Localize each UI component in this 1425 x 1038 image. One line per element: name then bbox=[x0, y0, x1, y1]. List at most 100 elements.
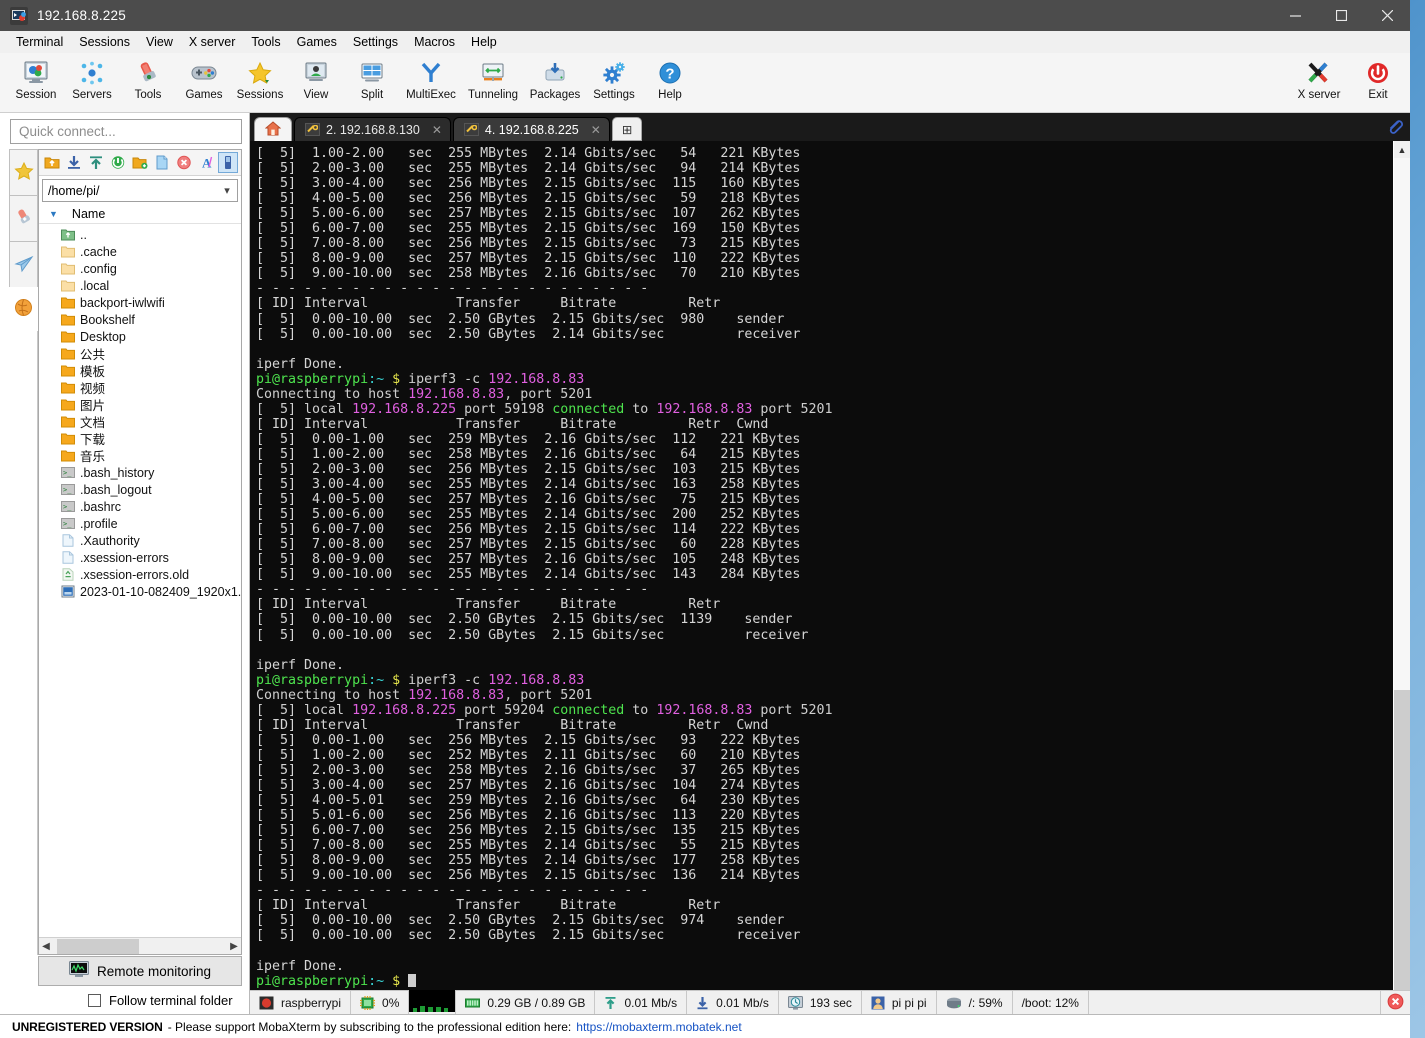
refresh-icon[interactable] bbox=[108, 152, 128, 173]
menu-item-settings[interactable]: Settings bbox=[345, 33, 406, 51]
toolbar-button-tunneling[interactable]: Tunneling bbox=[462, 53, 524, 101]
new-folder-icon[interactable] bbox=[130, 152, 150, 173]
file-row[interactable]: .Xauthority bbox=[39, 532, 241, 549]
toolbar-button-games[interactable]: Games bbox=[176, 53, 232, 101]
status-cpu[interactable]: 0% bbox=[351, 991, 410, 1014]
menu-item-xserver[interactable]: X server bbox=[181, 33, 244, 51]
status-uptime[interactable]: 193 sec bbox=[779, 991, 862, 1014]
file-list[interactable]: .. .cache .config .local backport-iwlwifi Boo… bbox=[39, 224, 241, 937]
file-row[interactable]: >_ .profile bbox=[39, 515, 241, 532]
status-cpu-graph[interactable] bbox=[409, 990, 457, 1014]
toolbar-button-exit[interactable]: Exit bbox=[1350, 53, 1406, 101]
file-row[interactable]: backport-iwlwifi bbox=[39, 294, 241, 311]
toolbar-button-view[interactable]: View bbox=[288, 53, 344, 101]
toolbar-button-packages[interactable]: Packages bbox=[524, 53, 586, 101]
toolbar-button-sessions-list[interactable]: Sessions bbox=[232, 53, 288, 101]
status-upload-rate[interactable]: 0.01 Mb/s bbox=[595, 991, 688, 1014]
status-download-rate[interactable]: 0.01 Mb/s bbox=[687, 991, 779, 1014]
menu-item-terminal[interactable]: Terminal bbox=[8, 33, 71, 51]
file-list-header[interactable]: ▼ Name bbox=[39, 204, 241, 224]
mobaxterm-link[interactable]: https://mobaxterm.mobatek.net bbox=[576, 1020, 741, 1034]
delete-icon[interactable] bbox=[174, 152, 194, 173]
side-tab-sessions[interactable] bbox=[9, 149, 38, 195]
remote-monitoring-button[interactable]: Remote monitoring bbox=[38, 956, 242, 986]
terminal-scrollbar[interactable]: ▲ bbox=[1393, 141, 1410, 990]
toolbar-button-multiexec[interactable]: MultiExec bbox=[400, 53, 462, 101]
tab-session-2[interactable]: 4. 192.168.8.225 ✕ bbox=[452, 117, 610, 141]
file-row[interactable]: .local bbox=[39, 277, 241, 294]
file-row[interactable]: >_ .bashrc bbox=[39, 498, 241, 515]
follow-terminal-folder-row[interactable]: Follow terminal folder bbox=[38, 986, 242, 1014]
tab-close-icon[interactable]: ✕ bbox=[432, 123, 442, 137]
toolbar-label: Tools bbox=[134, 89, 162, 101]
toolbar-button-help[interactable]: ? Help bbox=[642, 53, 698, 101]
file-row[interactable]: .config bbox=[39, 260, 241, 277]
file-row[interactable]: .xsession-errors bbox=[39, 549, 241, 566]
file-row[interactable]: Bookshelf bbox=[39, 311, 241, 328]
tab-close-icon[interactable]: ✕ bbox=[591, 123, 601, 137]
menu-item-sessions[interactable]: Sessions bbox=[71, 33, 138, 51]
status-close-button[interactable] bbox=[1380, 991, 1410, 1014]
tab-home[interactable] bbox=[254, 117, 292, 141]
maximize-button[interactable] bbox=[1318, 0, 1364, 31]
scroll-up-arrow-icon[interactable]: ▲ bbox=[1394, 141, 1410, 158]
toolbar-button-session[interactable]: Session bbox=[8, 53, 64, 101]
side-tab-tools[interactable] bbox=[9, 195, 38, 241]
hscroll-track[interactable] bbox=[53, 938, 227, 954]
usb-icon[interactable] bbox=[217, 152, 238, 173]
file-name: .local bbox=[80, 278, 110, 293]
file-row[interactable]: .cache bbox=[39, 243, 241, 260]
terminal-output[interactable]: [ 5] 1.00-2.00 sec 255 MBytes 2.14 Gbits… bbox=[250, 141, 1393, 990]
quick-connect-input[interactable]: Quick connect... bbox=[10, 119, 242, 144]
file-row[interactable]: >_ .bash_logout bbox=[39, 481, 241, 498]
menu-item-games[interactable]: Games bbox=[289, 33, 345, 51]
status-memory[interactable]: 0.29 GB / 0.89 GB bbox=[456, 991, 596, 1014]
new-file-icon[interactable] bbox=[152, 152, 172, 173]
up-folder-icon[interactable] bbox=[42, 152, 62, 173]
download-icon[interactable] bbox=[64, 152, 84, 173]
terminal-scroll-thumb[interactable] bbox=[1394, 690, 1410, 990]
hscroll-thumb[interactable] bbox=[57, 938, 139, 954]
toolbar-button-tools[interactable]: Tools bbox=[120, 53, 176, 101]
menu-item-macros[interactable]: Macros bbox=[406, 33, 463, 51]
file-row[interactable]: 视频 bbox=[39, 379, 241, 396]
scroll-right-arrow-icon[interactable]: ▶ bbox=[227, 941, 241, 952]
upload-icon[interactable] bbox=[86, 152, 106, 173]
file-row[interactable]: .xsession-errors.old bbox=[39, 566, 241, 583]
file-row[interactable]: .. bbox=[39, 226, 241, 243]
minimize-button[interactable] bbox=[1272, 0, 1318, 31]
file-row[interactable]: Desktop bbox=[39, 328, 241, 345]
status-disk-boot[interactable]: /boot: 12% bbox=[1013, 991, 1089, 1014]
status-users[interactable]: pi pi pi bbox=[862, 991, 937, 1014]
status-disk-root[interactable]: /: 59% bbox=[937, 991, 1013, 1014]
file-row[interactable]: 图片 bbox=[39, 396, 241, 413]
text-mode-icon[interactable]: A bbox=[196, 152, 216, 173]
scroll-left-arrow-icon[interactable]: ◀ bbox=[39, 941, 53, 952]
path-dropdown[interactable]: /home/pi/ ▾ bbox=[42, 179, 238, 202]
exit-power-icon bbox=[1365, 58, 1391, 88]
paperclip-icon[interactable] bbox=[1386, 117, 1404, 138]
toolbar-button-xserver[interactable]: X server bbox=[1288, 53, 1350, 101]
terminal-scroll-track[interactable] bbox=[1394, 158, 1410, 990]
toolbar-button-settings[interactable]: Settings bbox=[586, 53, 642, 101]
close-button[interactable] bbox=[1364, 0, 1410, 31]
toolbar-button-split[interactable]: Split bbox=[344, 53, 400, 101]
file-row[interactable]: >_ .bash_history bbox=[39, 464, 241, 481]
side-tab-sftp[interactable] bbox=[9, 287, 38, 331]
tab-session-1[interactable]: 2. 192.168.8.130 ✕ bbox=[294, 117, 451, 141]
menu-item-tools[interactable]: Tools bbox=[243, 33, 288, 51]
new-tab-button[interactable]: ⊞ bbox=[611, 117, 643, 141]
status-hostname[interactable]: raspberrypi bbox=[250, 991, 352, 1014]
menu-item-help[interactable]: Help bbox=[463, 33, 505, 51]
file-row[interactable]: 模板 bbox=[39, 362, 241, 379]
file-row[interactable]: 音乐 bbox=[39, 447, 241, 464]
file-row[interactable]: 公共 bbox=[39, 345, 241, 362]
toolbar-button-servers[interactable]: Servers bbox=[64, 53, 120, 101]
file-row[interactable]: 下载 bbox=[39, 430, 241, 447]
follow-terminal-folder-checkbox[interactable] bbox=[88, 993, 101, 1007]
side-tab-macros[interactable] bbox=[9, 241, 38, 287]
menu-item-view[interactable]: View bbox=[138, 33, 181, 51]
file-row[interactable]: 文档 bbox=[39, 413, 241, 430]
file-row[interactable]: 2023-01-10-082409_1920x1... bbox=[39, 583, 241, 600]
file-list-hscrollbar[interactable]: ◀ ▶ bbox=[39, 937, 241, 954]
